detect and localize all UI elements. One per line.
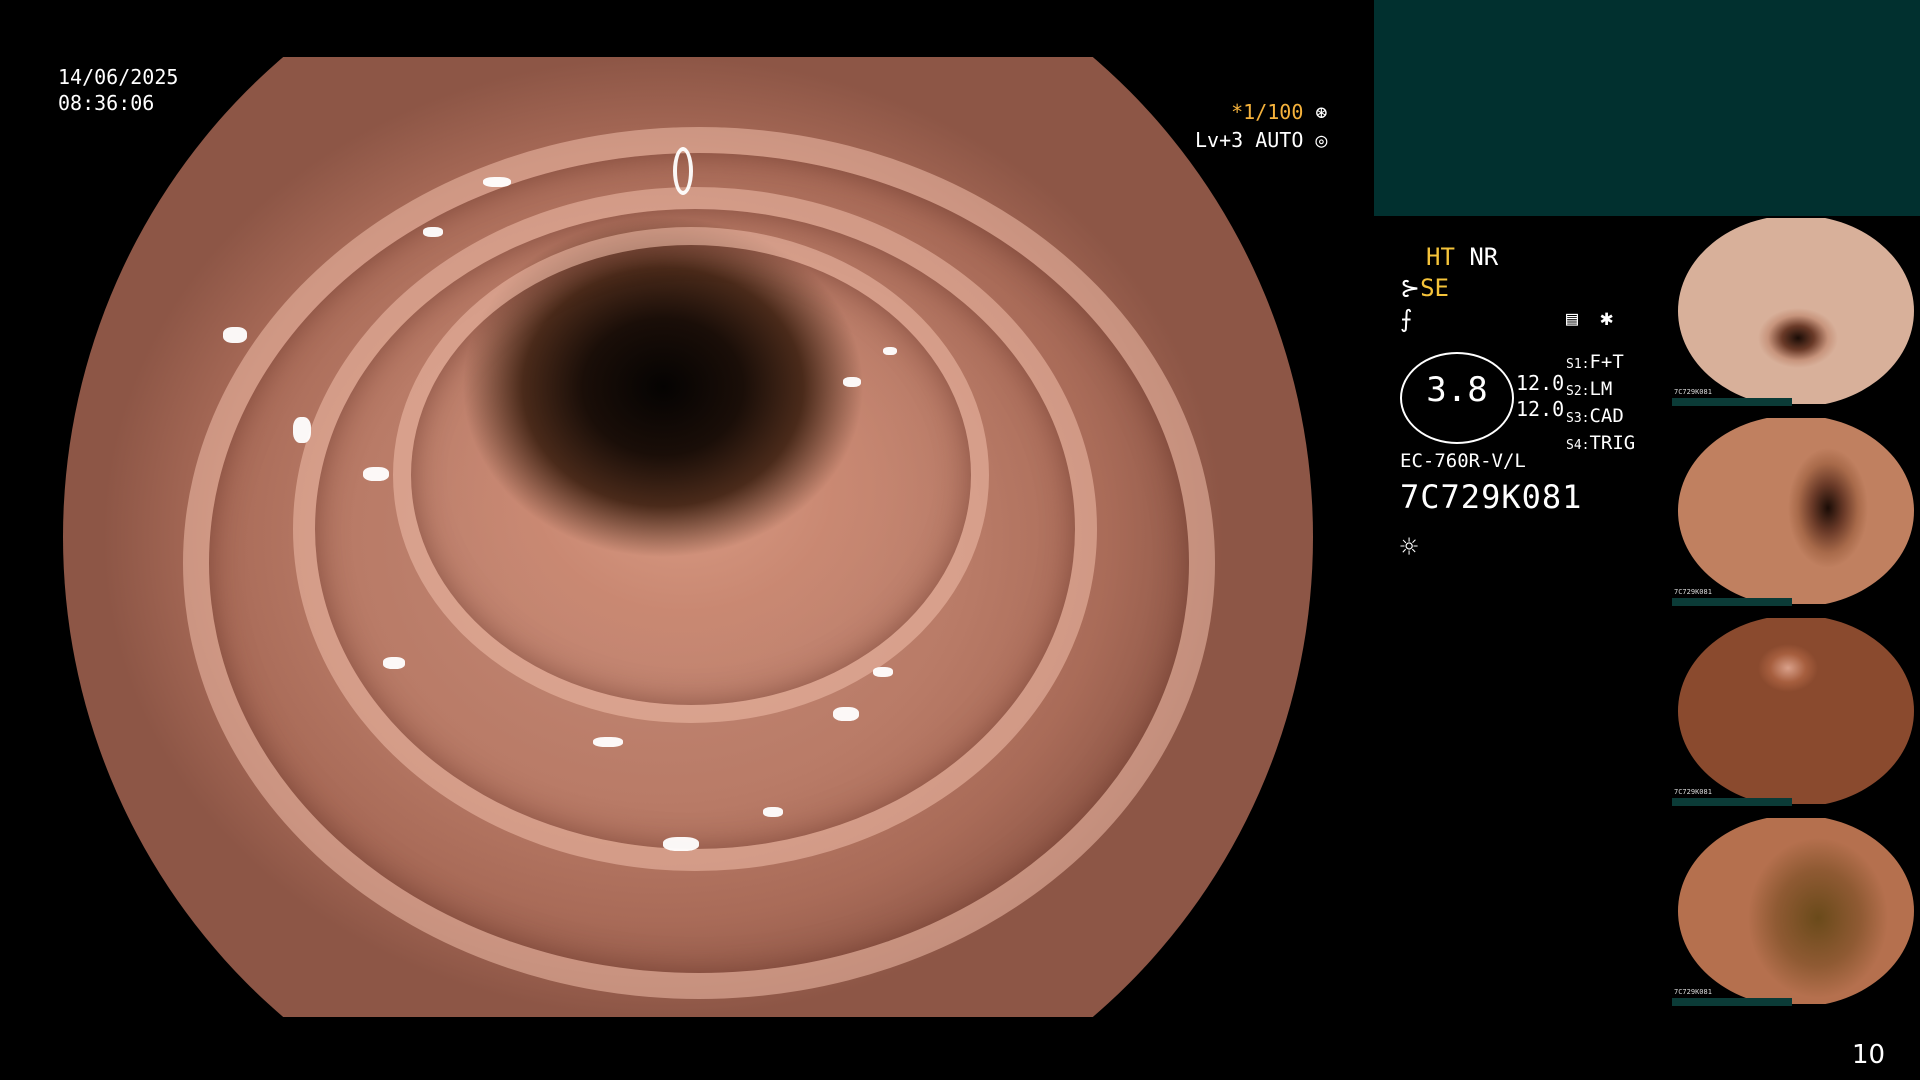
- gauge-value: 3.8: [1426, 370, 1488, 410]
- color-icon: ⨍: [1400, 305, 1413, 333]
- ht-label: HT: [1426, 243, 1455, 271]
- switch-3: S3:CAD: [1566, 405, 1624, 427]
- thumbnail-1[interactable]: 7C729K081: [1672, 216, 1920, 406]
- page-number: 10: [1852, 1040, 1886, 1070]
- thumbnail-image: [1678, 218, 1914, 404]
- capture-icon: ▤: [1566, 306, 1579, 330]
- gauge-readings: 12.0 12.0: [1516, 370, 1564, 422]
- level-text: Lv+3 AUTO: [1195, 128, 1304, 152]
- thumbnail-image: [1678, 418, 1914, 604]
- thumbnail-bar: [1672, 798, 1792, 806]
- aperture-icon: ⊛: [1315, 100, 1328, 124]
- processing-settings: HT NR ⊱SE ⨍: [1400, 242, 1498, 335]
- scope-model: EC-760R-V/L: [1400, 450, 1526, 472]
- switch-4: S4:TRIG: [1566, 432, 1636, 454]
- date-text: 14/06/2025: [58, 65, 179, 89]
- thumbnail-label: 7C729K081: [1674, 788, 1712, 796]
- nr-label: NR: [1469, 243, 1499, 271]
- info-panel-top: [1374, 0, 1920, 216]
- time-text: 08:36:06: [58, 91, 155, 115]
- thumbnail-label: 7C729K081: [1674, 388, 1712, 396]
- thumbnail-4[interactable]: 7C729K081: [1672, 816, 1920, 1006]
- switch-2: S2:LM: [1566, 378, 1613, 400]
- thumbnail-label: 7C729K081: [1674, 988, 1712, 996]
- shutter-text: *1/100: [1231, 100, 1304, 124]
- thumbnail-bar: [1672, 398, 1792, 406]
- switch-1: S1:F+T: [1566, 351, 1624, 373]
- gauge-right-value: 12.0: [1516, 397, 1565, 421]
- exposure-info: *1/100 ⊛ Lv+3 AUTO ◎: [1195, 98, 1327, 154]
- timestamp: 14/06/2025 08:36:06: [58, 64, 178, 116]
- structure-icon: ⊱: [1400, 274, 1421, 302]
- thumbnail-bar: [1672, 998, 1792, 1006]
- light-icon: ☼: [1400, 530, 1419, 565]
- thumbnail-3[interactable]: 7C729K081: [1672, 616, 1920, 806]
- thumbnail-label: 7C729K081: [1674, 588, 1712, 596]
- thumbnail-image: [1678, 618, 1914, 804]
- gauge-left-value: 12.0: [1516, 371, 1565, 395]
- endoscopy-main-view: [63, 57, 1313, 1017]
- auto-icon: ◎: [1315, 128, 1328, 152]
- thumbnail-bar: [1672, 598, 1792, 606]
- thumbnail-image: [1678, 818, 1914, 1004]
- star-icon: ✱: [1600, 306, 1614, 331]
- thumbnail-2[interactable]: 7C729K081: [1672, 416, 1920, 606]
- scope-switch-list: S1:F+T S2:LM S3:CAD S4:TRIG: [1566, 350, 1635, 458]
- se-label: SE: [1420, 274, 1450, 302]
- scope-serial: 7C729K081: [1400, 478, 1583, 516]
